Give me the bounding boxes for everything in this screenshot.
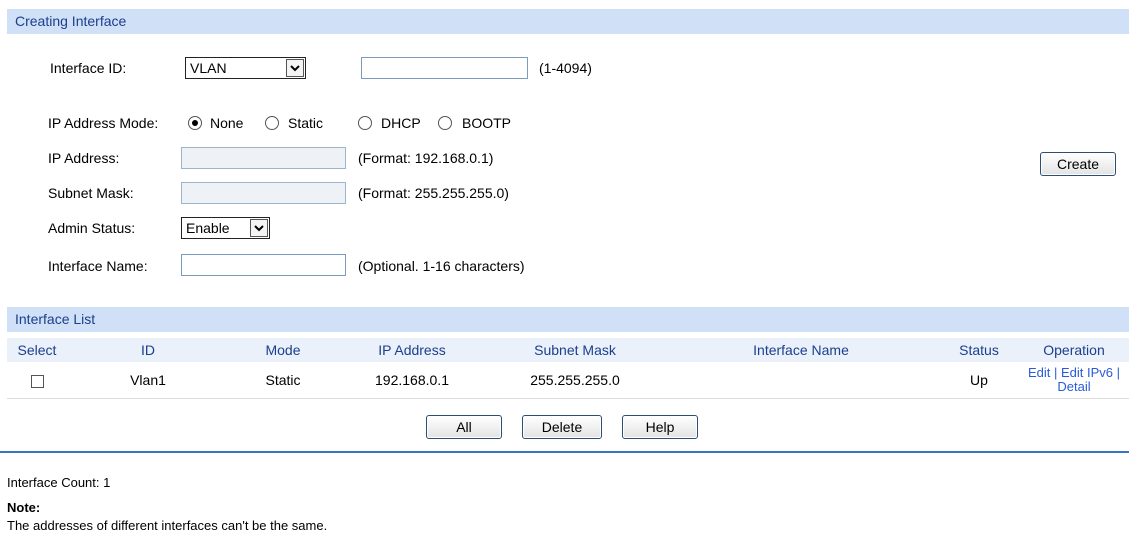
mode-cell: Static — [229, 362, 337, 399]
help-button[interactable]: Help — [622, 415, 698, 439]
note-text: The addresses of different interfaces ca… — [7, 518, 328, 533]
interface-id-hint: (1-4094) — [539, 60, 592, 76]
subnet-mask-label: Subnet Mask: — [48, 185, 134, 201]
interface-name-hint: (Optional. 1-16 characters) — [358, 258, 525, 274]
interface-id-input[interactable] — [361, 57, 528, 79]
subnet-mask-input[interactable] — [181, 182, 346, 204]
create-button[interactable]: Create — [1040, 152, 1116, 176]
ip-address-input[interactable] — [181, 147, 346, 169]
interface-id-select[interactable]: VLAN — [185, 57, 306, 79]
ip-address-label: IP Address: — [48, 150, 120, 166]
subnet-mask-hint: (Format: 255.255.255.0) — [358, 185, 509, 201]
operation-cell: Edit | Edit IPv6 | Detail — [1019, 362, 1129, 399]
admin-status-select[interactable]: Enable — [181, 217, 270, 239]
interface-name-cell — [663, 362, 939, 399]
status-cell: Up — [939, 362, 1019, 399]
ip-mode-dhcp-label: DHCP — [381, 115, 421, 131]
column-header-id: ID — [67, 338, 229, 362]
ip-mode-label: IP Address Mode: — [48, 115, 159, 131]
note-title: Note: — [7, 500, 41, 515]
column-header-operation: Operation — [1019, 338, 1129, 362]
ip-mode-static-radio[interactable] — [265, 116, 279, 130]
footer-divider — [0, 451, 1129, 453]
ip-address-cell: 192.168.0.1 — [337, 362, 487, 399]
detail-link[interactable]: Detail — [1019, 380, 1129, 394]
chevron-down-icon — [286, 59, 304, 77]
column-header-ip-address: IP Address — [337, 338, 487, 362]
admin-status-select-value: Enable — [186, 220, 230, 236]
chevron-down-icon — [250, 219, 268, 237]
column-header-status: Status — [939, 338, 1019, 362]
ip-address-hint: (Format: 192.168.0.1) — [358, 150, 494, 166]
column-header-interface-name: Interface Name — [663, 338, 939, 362]
interface-list-header: Interface List — [7, 307, 1129, 332]
delete-button[interactable]: Delete — [522, 415, 602, 439]
creating-interface-header: Creating Interface — [7, 9, 1129, 34]
row-select-checkbox[interactable] — [30, 374, 44, 388]
interface-name-label: Interface Name: — [48, 258, 148, 274]
ip-mode-bootp-label: BOOTP — [462, 115, 512, 131]
interface-count: Interface Count: 1 — [7, 475, 111, 490]
edit-links[interactable]: Edit | Edit IPv6 | — [1019, 366, 1129, 380]
interface-id-label: Interface ID: — [50, 60, 127, 76]
subnet-mask-cell: 255.255.255.0 — [487, 362, 663, 399]
ip-mode-bootp-radio[interactable] — [438, 116, 452, 130]
interface-name-input[interactable] — [181, 254, 346, 276]
id-cell: Vlan1 — [67, 362, 229, 399]
column-header-subnet-mask: Subnet Mask — [487, 338, 663, 362]
admin-status-label: Admin Status: — [48, 220, 136, 236]
interface-id-select-value: VLAN — [190, 60, 227, 76]
ip-mode-static-label: Static — [288, 115, 324, 131]
select-cell — [7, 362, 67, 399]
table-row: Vlan1 Static 192.168.0.1 255.255.255.0 U… — [7, 362, 1129, 399]
ip-mode-none-radio[interactable] — [188, 116, 202, 130]
ip-mode-dhcp-radio[interactable] — [358, 116, 372, 130]
table-header-row: Select ID Mode IP Address Subnet Mask In… — [7, 338, 1129, 362]
select-all-button[interactable]: All — [426, 415, 502, 439]
column-header-mode: Mode — [229, 338, 337, 362]
ip-mode-none-label: None — [210, 115, 244, 131]
interface-table: Select ID Mode IP Address Subnet Mask In… — [7, 338, 1129, 399]
column-header-select: Select — [7, 338, 67, 362]
